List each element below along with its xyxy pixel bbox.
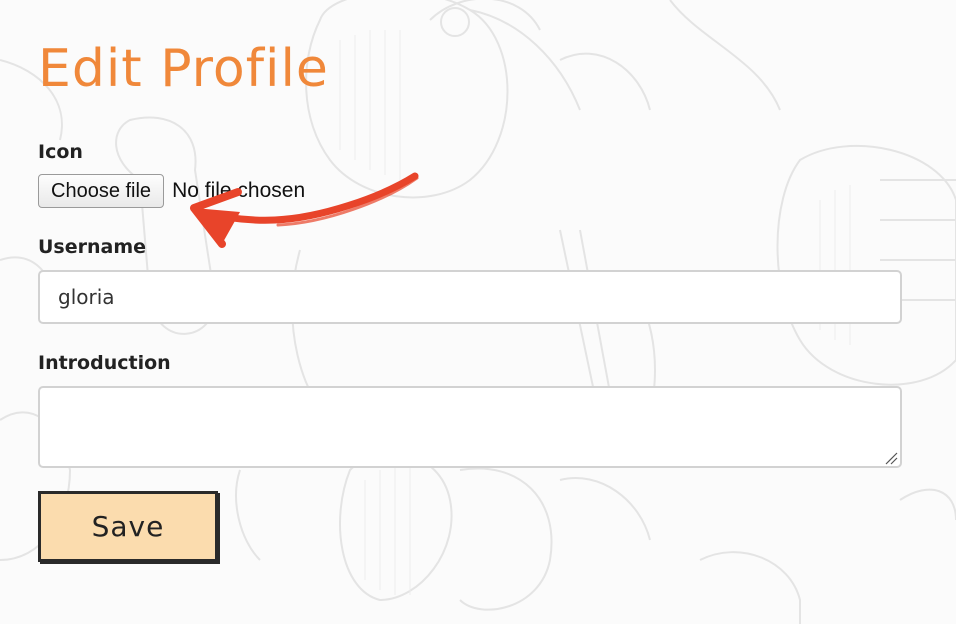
red-arrow-icon [190, 172, 419, 248]
resize-grip-icon[interactable] [884, 451, 898, 465]
username-label: Username [38, 236, 147, 258]
introduction-label: Introduction [38, 352, 171, 374]
edit-profile-page: Edit Profile Icon Choose file No file ch… [0, 0, 956, 624]
icon-label: Icon [38, 141, 83, 163]
page-title: Edit Profile [38, 39, 329, 99]
introduction-textarea[interactable] [38, 386, 902, 468]
username-input[interactable] [38, 270, 902, 324]
save-button[interactable]: Save [38, 491, 218, 562]
choose-file-button[interactable]: Choose file [38, 174, 165, 208]
